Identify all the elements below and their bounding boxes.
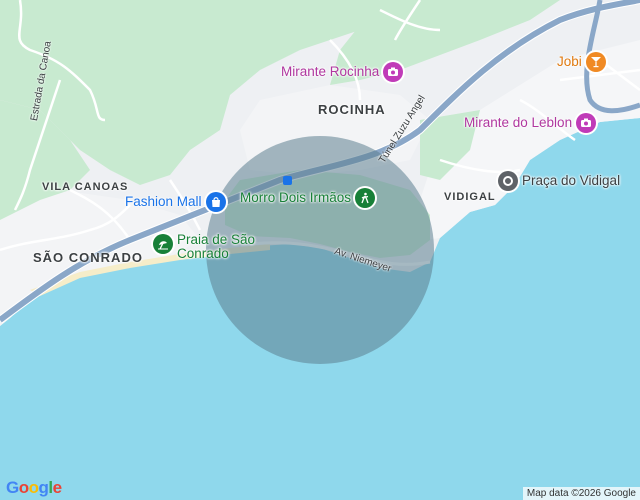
hiking-icon <box>355 188 376 208</box>
poi-label-group: Praia de São Conrado <box>177 232 255 262</box>
poi-label: Mirante do Leblon <box>464 115 573 131</box>
area-label-rocinha: ROCINHA <box>318 102 386 117</box>
area-label-vidigal: VIDIGAL <box>444 191 496 203</box>
map-attribution[interactable]: Map data ©2026 Google <box>522 487 640 500</box>
poi-label: Jobi <box>557 54 582 70</box>
camera-icon <box>576 113 597 133</box>
area-label-sao-conrado: SÃO CONRADO <box>33 250 143 265</box>
shopping-bag-icon <box>205 192 226 212</box>
poi-praia-sao-conrado[interactable]: Praia de São Conrado <box>153 232 255 262</box>
poi-label-line2: Conrado <box>177 246 229 262</box>
camera-icon <box>383 62 404 82</box>
area-label-vila-canoas: VILA CANOAS <box>42 181 129 193</box>
poi-jobi[interactable]: Jobi <box>557 52 606 72</box>
poi-fashion-mall[interactable]: Fashion Mall <box>125 192 226 212</box>
poi-mirante-leblon[interactable]: Mirante do Leblon <box>464 113 597 133</box>
google-logo[interactable]: Google <box>6 478 62 498</box>
highway-shield-icon <box>283 176 292 185</box>
poi-label: Praça do Vidigal <box>522 173 621 189</box>
cocktail-icon <box>585 52 606 72</box>
beach-icon <box>153 234 173 254</box>
poi-label: Fashion Mall <box>125 194 202 210</box>
place-icon <box>498 171 518 191</box>
poi-label: Morro Dois Irmãos <box>240 190 352 206</box>
poi-praca-vidigal[interactable]: Praça do Vidigal <box>498 171 620 191</box>
poi-mirante-rocinha[interactable]: Mirante Rocinha <box>281 62 404 82</box>
poi-label: Mirante Rocinha <box>281 64 380 80</box>
poi-morro-dois-irmaos[interactable]: Morro Dois Irmãos <box>240 188 376 208</box>
